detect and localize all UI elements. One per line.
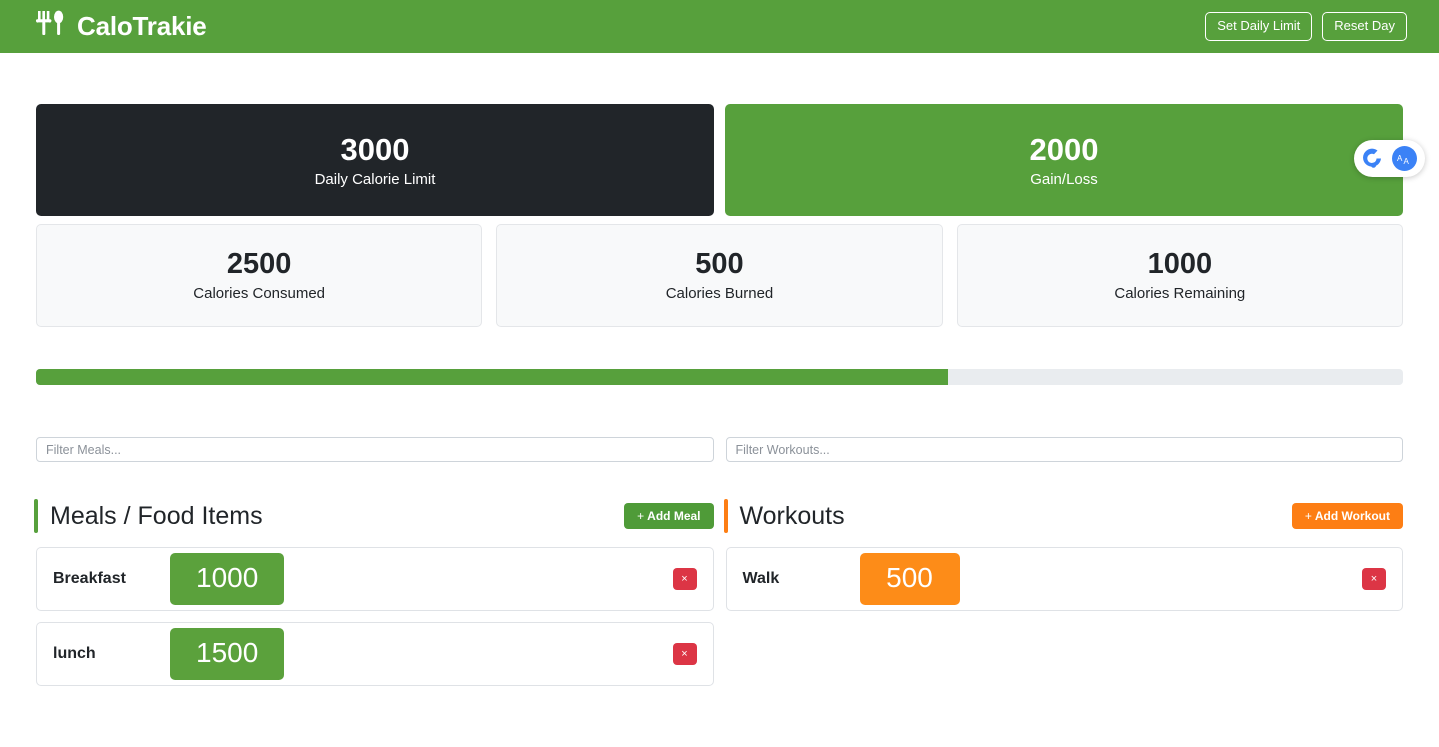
app-header: CaloTrakie Set Daily Limit Reset Day <box>0 0 1439 53</box>
item-calories-badge: 1000 <box>170 553 285 605</box>
delete-item-button[interactable]: × <box>672 568 697 590</box>
brand: CaloTrakie <box>35 9 207 44</box>
calories-consumed-card: 2500 Calories Consumed <box>36 224 483 327</box>
lists-row: Meals / Food Items + Add Meal Breakfast 10… <box>34 498 1403 697</box>
list-item: Breakfast 1000 × <box>36 547 714 611</box>
add-workout-label: Add Workout <box>1314 509 1390 523</box>
delete-item-button[interactable]: × <box>1362 568 1386 590</box>
header-actions: Set Daily Limit Reset Day <box>1205 11 1407 42</box>
add-meal-button[interactable]: + Add Meal <box>624 503 714 529</box>
accessibility-icon[interactable] <box>1361 146 1386 171</box>
filter-workouts-input[interactable] <box>725 437 1403 462</box>
gain-loss-label: Gain/Loss <box>1030 170 1098 188</box>
workouts-panel-title: Workouts <box>739 501 845 530</box>
item-name: lunch <box>53 645 96 662</box>
delete-item-button[interactable]: × <box>672 643 697 665</box>
svg-text:A: A <box>1397 154 1403 163</box>
calorie-progress-fill <box>36 369 948 385</box>
plus-icon: + <box>637 509 645 523</box>
calories-consumed-value: 2500 <box>226 248 292 280</box>
meals-panel-title: Meals / Food Items <box>50 501 263 530</box>
daily-calorie-limit-label: Daily Calorie Limit <box>314 170 436 188</box>
filter-meals-input[interactable] <box>36 437 714 462</box>
item-name: Breakfast <box>53 570 126 587</box>
summary-big-cards: 3000 Daily Calorie Limit 2000 Gain/Loss <box>36 104 1403 216</box>
svg-text:A: A <box>1404 157 1410 166</box>
meals-panel-header: Meals / Food Items + Add Meal <box>34 498 714 534</box>
close-icon: × <box>681 572 688 585</box>
item-calories-badge: 500 <box>859 553 960 605</box>
daily-calorie-limit-value: 3000 <box>340 131 410 167</box>
calories-burned-card: 500 Calories Burned <box>496 224 943 327</box>
gain-loss-card: 2000 Gain/Loss <box>725 104 1403 216</box>
close-icon: × <box>681 647 688 660</box>
daily-calorie-limit-card: 3000 Daily Calorie Limit <box>36 104 714 216</box>
add-meal-label: Add Meal <box>647 509 701 523</box>
calorie-progress-track <box>36 369 1403 385</box>
plus-icon: + <box>1304 509 1312 523</box>
list-item: Walk 500 × <box>725 547 1403 611</box>
item-name: Walk <box>742 570 780 587</box>
calories-consumed-label: Calories Consumed <box>193 285 326 302</box>
set-daily-limit-button[interactable]: Set Daily Limit <box>1205 11 1313 42</box>
workouts-list: Walk 500 × <box>725 547 1403 611</box>
calories-remaining-label: Calories Remaining <box>1114 285 1246 302</box>
brand-name: CaloTrakie <box>77 11 207 41</box>
summary-stat-cards: 2500 Calories Consumed 500 Calories Burn… <box>36 224 1403 327</box>
workouts-panel-header: Workouts + Add Workout <box>723 498 1403 534</box>
main-container: A A 3000 Daily Calorie Limit 2000 Gain/L… <box>0 104 1439 697</box>
accessibility-widget[interactable]: A A <box>1354 140 1425 177</box>
calories-remaining-value: 1000 <box>1147 248 1213 280</box>
close-icon: × <box>1370 572 1378 585</box>
gain-loss-value: 2000 <box>1029 131 1099 167</box>
workouts-panel: Workouts + Add Workout Walk 500 × <box>723 498 1403 697</box>
filter-row <box>36 437 1403 462</box>
item-calories-badge: 1500 <box>170 628 285 680</box>
calories-remaining-card: 1000 Calories Remaining <box>956 224 1403 327</box>
fork-and-spoon-icon <box>35 9 66 44</box>
reset-day-button[interactable]: Reset Day <box>1322 11 1407 42</box>
meals-list: Breakfast 1000 × lunch 1500 × <box>36 547 714 686</box>
add-workout-button[interactable]: + Add Workout <box>1291 503 1403 529</box>
list-item: lunch 1500 × <box>36 622 714 686</box>
calories-burned-value: 500 <box>695 248 744 280</box>
meals-panel: Meals / Food Items + Add Meal Breakfast 10… <box>34 498 714 697</box>
calories-burned-label: Calories Burned <box>665 285 774 302</box>
translate-icon[interactable]: A A <box>1392 146 1417 171</box>
